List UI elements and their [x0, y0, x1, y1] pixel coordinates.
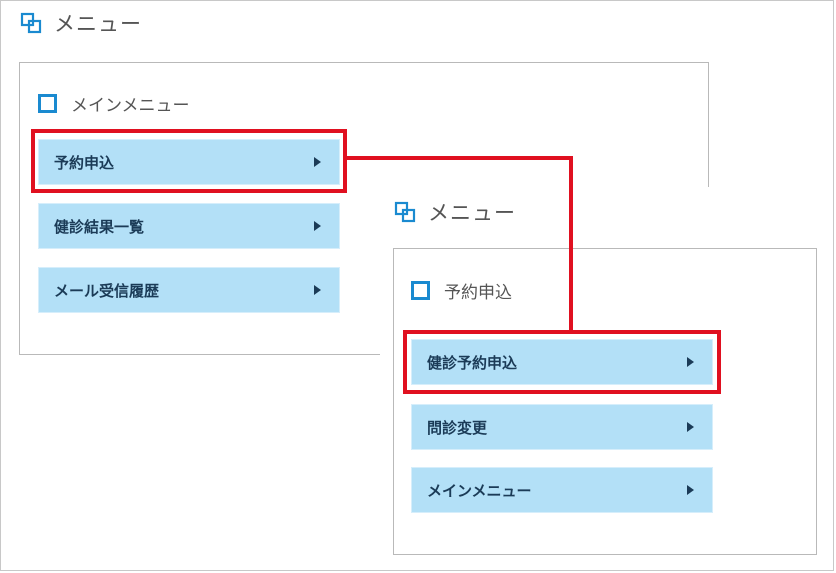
arrow-right-icon [687, 422, 694, 432]
sub-header: メニュー [394, 197, 516, 227]
main-section-label: メインメニュー [71, 96, 190, 116]
windows-icon [20, 12, 42, 34]
arrow-right-icon [687, 485, 694, 495]
windows-icon [394, 201, 416, 223]
sub-section-label: 予約申込 [444, 283, 512, 303]
menu-item-label: 予約申込 [54, 153, 115, 172]
sub-header-title: メニュー [428, 201, 516, 225]
menu-item-monshin-henkou[interactable]: 問診変更 [411, 404, 713, 450]
square-icon [411, 281, 430, 300]
menu-item-kenshin-yoyaku-moushikomi[interactable]: 健診予約申込 [411, 339, 713, 385]
menu-item-kenshin-kekka-ichiran[interactable]: 健診結果一覧 [38, 203, 340, 249]
main-section-title: メインメニュー [38, 91, 190, 116]
arrow-right-icon [314, 221, 321, 231]
arrow-right-icon [314, 157, 321, 167]
arrow-right-icon [687, 357, 694, 367]
menu-item-label: 健診結果一覧 [54, 217, 145, 236]
arrow-right-icon [314, 285, 321, 295]
main-header-title: メニュー [54, 12, 142, 36]
menu-item-label: メインメニュー [427, 481, 532, 500]
menu-item-yoyaku-moushikomi[interactable]: 予約申込 [38, 139, 340, 185]
main-header: メニュー [20, 8, 142, 38]
menu-item-label: 問診変更 [427, 418, 488, 437]
menu-item-label: 健診予約申込 [427, 353, 518, 372]
menu-item-main-menu[interactable]: メインメニュー [411, 467, 713, 513]
sub-section-title: 予約申込 [411, 278, 512, 303]
menu-item-label: メール受信履歴 [54, 281, 160, 300]
menu-item-mail-jushin-rireki[interactable]: メール受信履歴 [38, 267, 340, 313]
square-icon [38, 94, 57, 113]
